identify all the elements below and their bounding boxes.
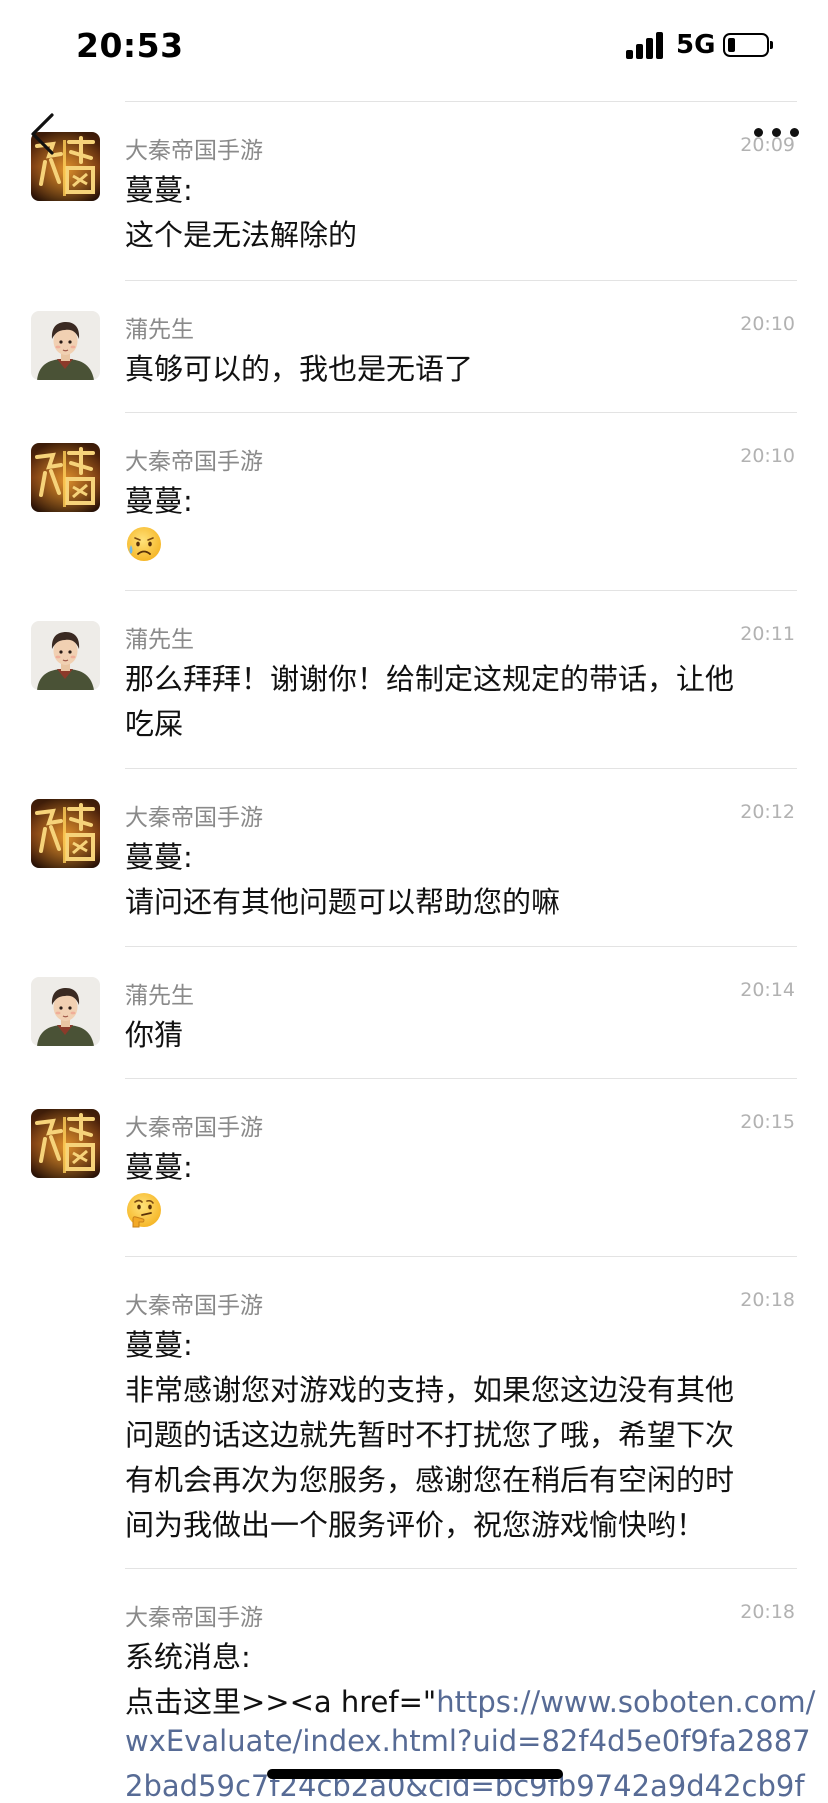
user-avatar[interactable] — [31, 311, 100, 380]
message-divider — [125, 280, 797, 281]
sender-name: 蒲先生 — [125, 627, 194, 653]
message-divider — [125, 946, 797, 947]
message-timestamp: 20:10 — [740, 313, 795, 335]
message-timestamp: 20:12 — [740, 801, 795, 823]
message-item: 大秦帝国手游 20:09 蔓蔓: 这个是无法解除的 — [0, 101, 828, 252]
home-indicator — [267, 1769, 563, 1779]
sender-name: 大秦帝国手游 — [125, 138, 263, 164]
link-prefix-text: 点击这里>><a href=" — [125, 1685, 437, 1719]
sender-name: 蒲先生 — [125, 983, 194, 1009]
message-text: 蔓蔓: — [125, 484, 193, 518]
game-logo-avatar[interactable] — [31, 799, 100, 868]
message-text: 真够可以的，我也是无语了 — [125, 352, 474, 386]
message-divider — [125, 1078, 797, 1079]
message-item: 蒲先生 20:14 你猜 — [0, 946, 828, 1052]
sender-name: 蒲先生 — [125, 317, 194, 343]
sender-name: 大秦帝国手游 — [125, 1605, 263, 1631]
message-text: 蔓蔓: — [125, 1150, 193, 1184]
message-timestamp: 20:18 — [740, 1601, 795, 1623]
message-text: 请问还有其他问题可以帮助您的嘛 — [125, 885, 561, 919]
message-timestamp: 20:10 — [740, 445, 795, 467]
message-timestamp: 20:18 — [740, 1289, 795, 1311]
message-text: 蔓蔓: — [125, 1328, 193, 1362]
message-text: 有机会再次为您服务，感谢您在稍后有空闲的时 — [125, 1463, 735, 1497]
message-divider — [125, 1256, 797, 1257]
sender-name: 大秦帝国手游 — [125, 1115, 263, 1141]
game-logo-avatar[interactable] — [31, 1109, 100, 1178]
more-dots-icon[interactable] — [752, 123, 802, 143]
user-avatar[interactable] — [31, 621, 100, 690]
message-item: 大秦帝国手游 20:10 蔓蔓: — [0, 412, 828, 561]
message-divider — [125, 590, 797, 591]
back-chevron-icon[interactable] — [28, 112, 58, 156]
message-timestamp: 20:15 — [740, 1111, 795, 1133]
message-divider — [125, 412, 797, 413]
message-item: 大秦帝国手游 20:15 蔓蔓: — [0, 1078, 828, 1228]
message-timestamp: 20:14 — [740, 979, 795, 1001]
message-item: 大秦帝国手游 20:18 蔓蔓: 非常感谢您对游戏的支持，如果您这边没有其他 问题的话这… — [0, 1256, 828, 1542]
message-text: 你猜 — [125, 1018, 184, 1052]
message-text: 问题的话这边就先暂时不打扰您了哦，希望下次 — [125, 1418, 735, 1452]
sad-sweat-emoji — [125, 525, 163, 563]
sender-name: 大秦帝国手游 — [125, 1293, 263, 1319]
message-text: 那么拜拜！谢谢你！给制定这规定的带话，让他 — [125, 662, 735, 696]
message-item: 蒲先生 20:11 那么拜拜！谢谢你！给制定这规定的带话，让他 吃屎 — [0, 590, 828, 741]
message-link-line: 点击这里>><a href="https://www.soboten.com/ — [125, 1679, 815, 1721]
message-item: 蒲先生 20:10 真够可以的，我也是无语了 — [0, 280, 828, 386]
message-text: 蔓蔓: — [125, 840, 193, 874]
evaluation-link[interactable]: https://www.soboten.com/ — [436, 1685, 815, 1719]
message-divider — [125, 1568, 797, 1569]
sender-name: 大秦帝国手游 — [125, 805, 263, 831]
message-text: 非常感谢您对游戏的支持，如果您这边没有其他 — [125, 1373, 735, 1407]
message-text: 间为我做出一个服务评价，祝您游戏愉快哟！ — [125, 1508, 706, 1542]
message-timestamp: 20:11 — [740, 623, 795, 645]
evaluation-link[interactable]: wxEvaluate/index.html?uid=82f4d5e0f9fa28… — [125, 1724, 811, 1758]
message-item: 大秦帝国手游 20:12 蔓蔓: 请问还有其他问题可以帮助您的嘛 — [0, 768, 828, 919]
message-divider — [125, 768, 797, 769]
message-text: 吃屎 — [125, 707, 184, 741]
game-logo-avatar[interactable] — [31, 443, 100, 512]
message-text: 蔓蔓: — [125, 173, 193, 207]
thinking-face-emoji — [125, 1191, 163, 1229]
sender-name: 大秦帝国手游 — [125, 449, 263, 475]
message-text: 系统消息: — [125, 1640, 251, 1674]
message-list: 大秦帝国手游 20:09 蔓蔓: 这个是无法解除的 蒲先生 20:10 真够可以的，我也是无… — [0, 0, 828, 1803]
message-divider — [125, 101, 797, 102]
message-item: 大秦帝国手游 20:18 系统消息: 点击这里>><a href="https://w… — [0, 1568, 828, 1803]
message-text: 这个是无法解除的 — [125, 218, 358, 252]
user-avatar[interactable] — [31, 977, 100, 1046]
